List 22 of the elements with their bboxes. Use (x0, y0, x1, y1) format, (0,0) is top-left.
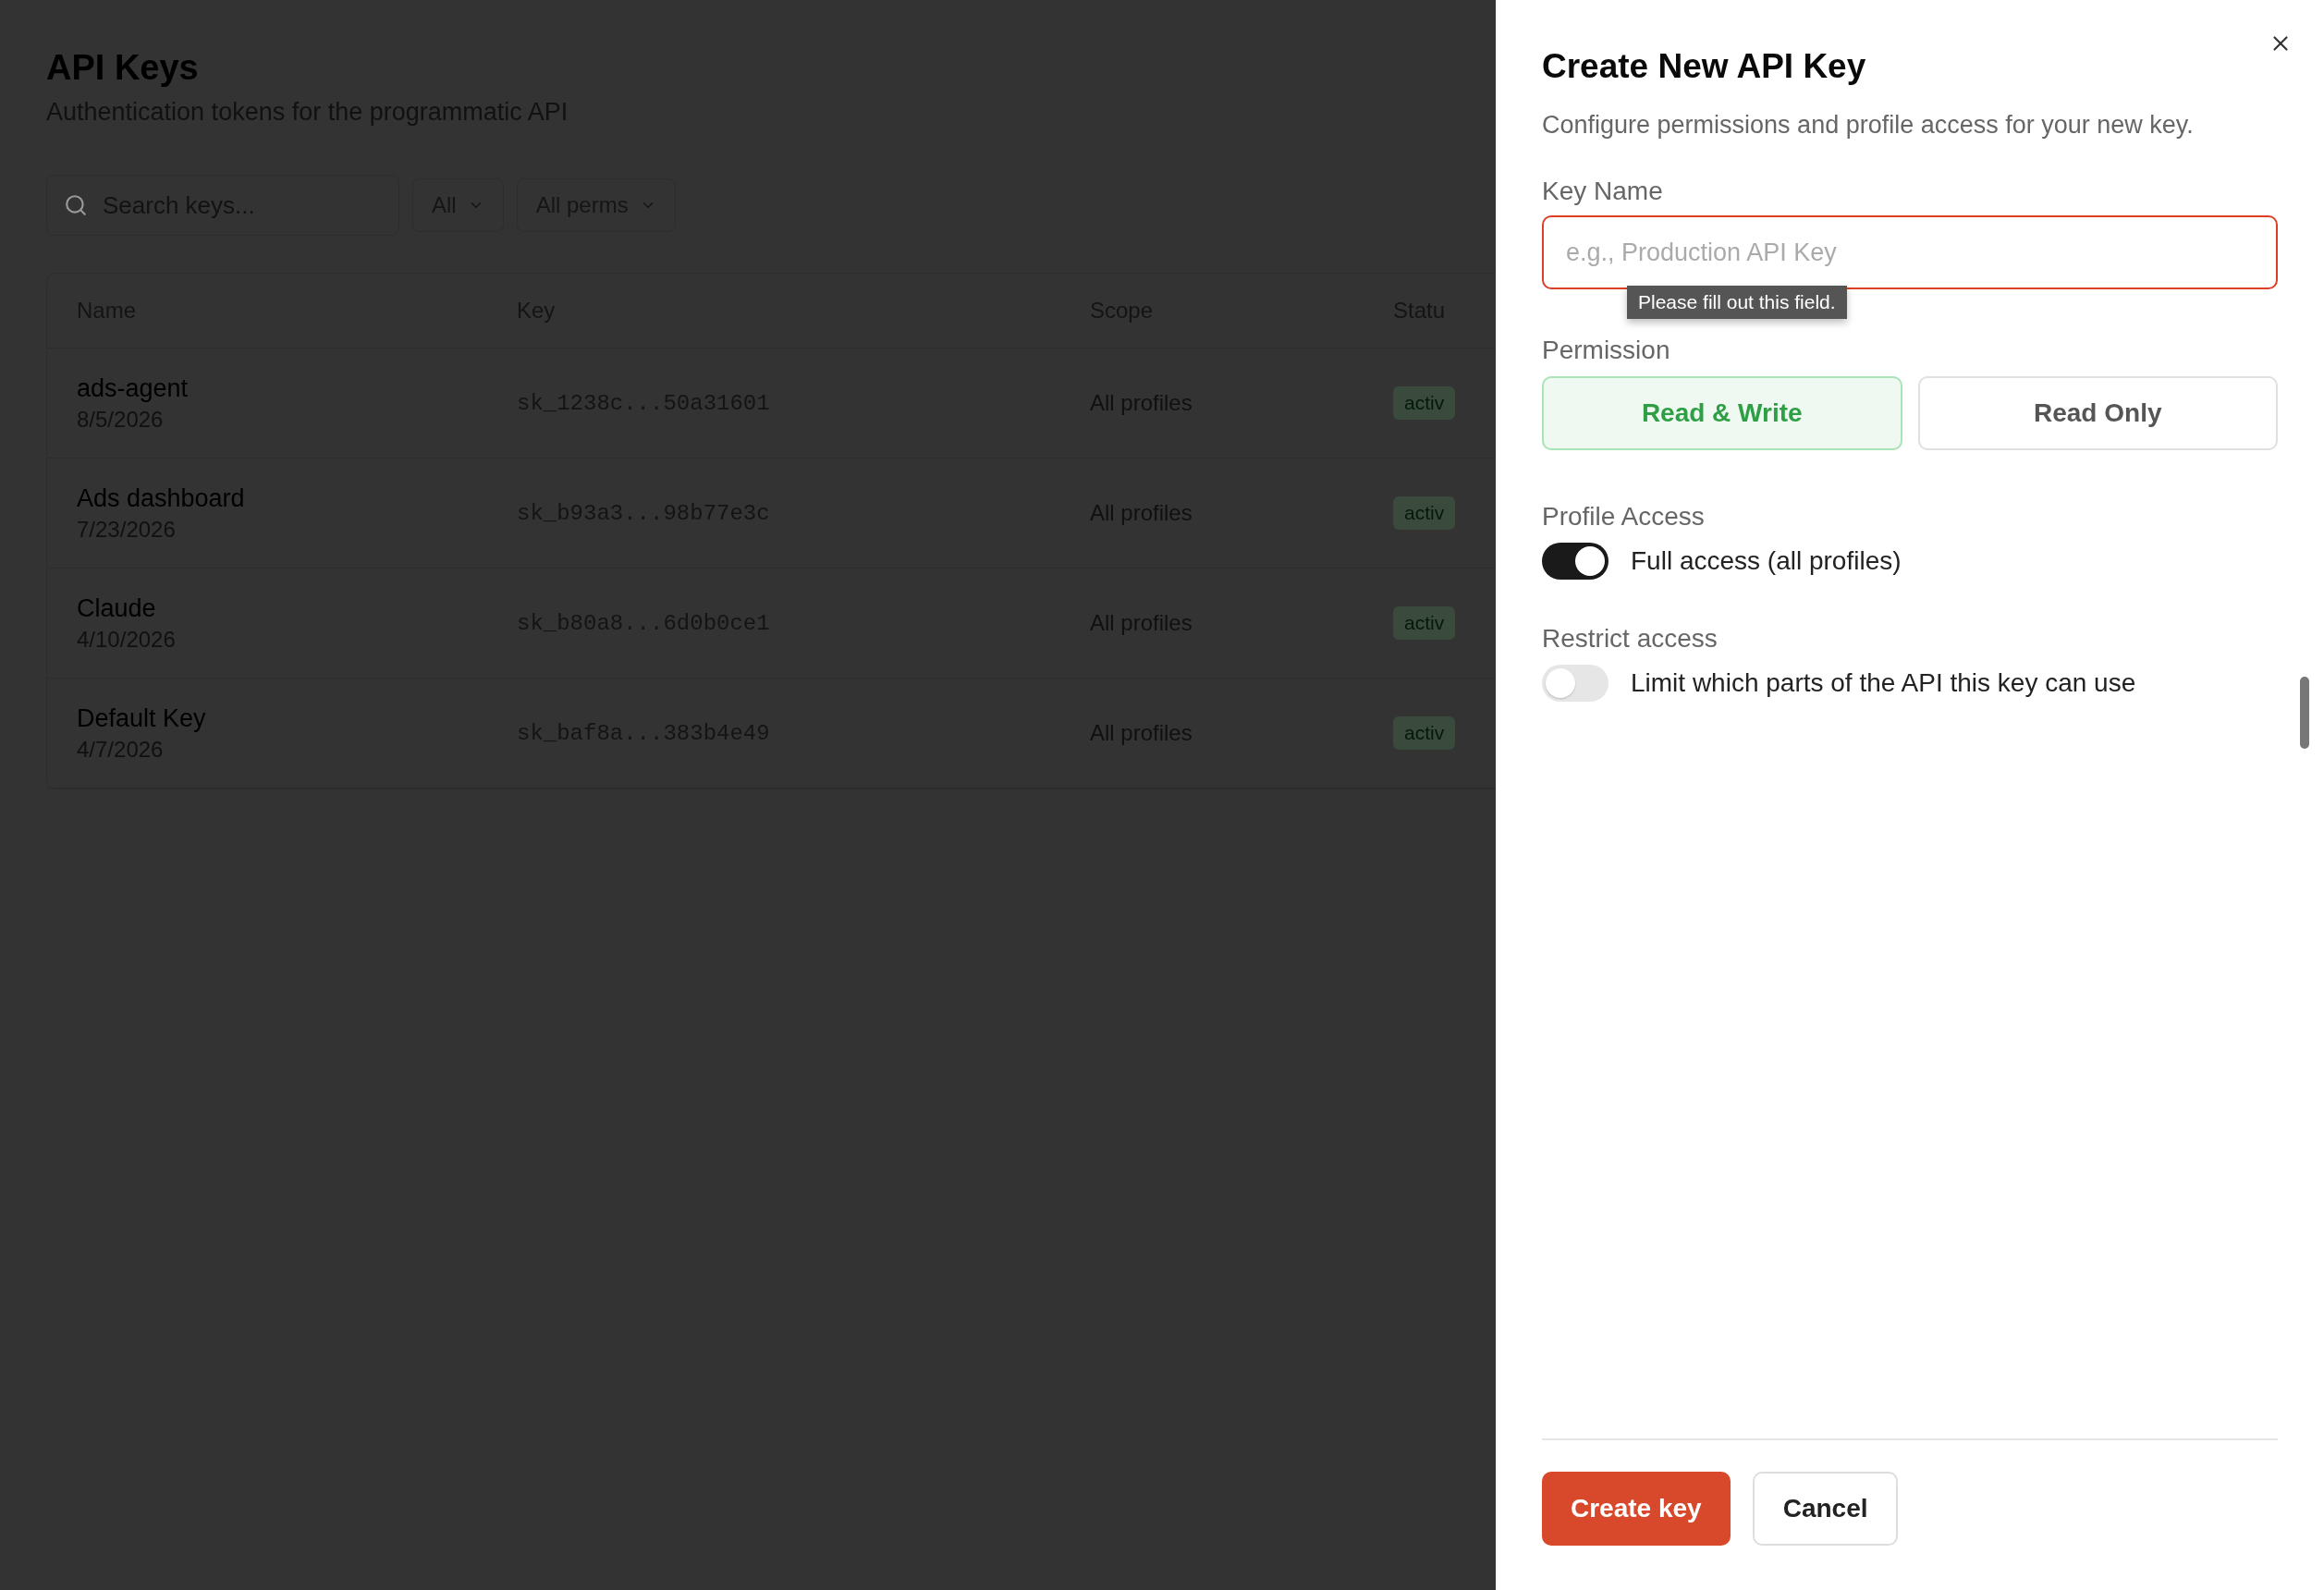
cancel-button[interactable]: Cancel (1752, 1472, 1899, 1546)
search-icon (64, 193, 88, 217)
status-badge: activ (1393, 496, 1456, 530)
status-badge: activ (1393, 606, 1456, 640)
toggle-switch[interactable] (1542, 665, 1608, 702)
key-name-field[interactable]: e.g., Production API Key (1542, 215, 2278, 289)
field-label: Key Name (1542, 177, 1664, 206)
dialog-description: Configure permissions and profile access for your new key. (1542, 111, 2195, 140)
permission-option[interactable]: Read Only (1917, 376, 2278, 450)
permission-option[interactable]: Read & Write (1542, 376, 1902, 450)
section-label: Profile Access (1542, 502, 1706, 532)
field-label: Permission (1542, 336, 1671, 365)
toggle-label: Limit which parts of the API this key can use (1631, 668, 2136, 698)
scrollbar-thumb[interactable] (2300, 677, 2309, 749)
section-label: Restrict access (1542, 624, 1719, 654)
toggle-switch[interactable] (1542, 543, 1608, 580)
status-badge: activ (1393, 386, 1456, 420)
create-button[interactable]: Create key (1542, 1472, 1731, 1546)
status-badge: activ (1393, 716, 1456, 750)
dialog-title: Create New API Key (1542, 46, 1867, 87)
toggle-label: Full access (all profiles) (1631, 546, 1902, 576)
validation-tooltip: Please fill out this field. (1627, 286, 1847, 319)
